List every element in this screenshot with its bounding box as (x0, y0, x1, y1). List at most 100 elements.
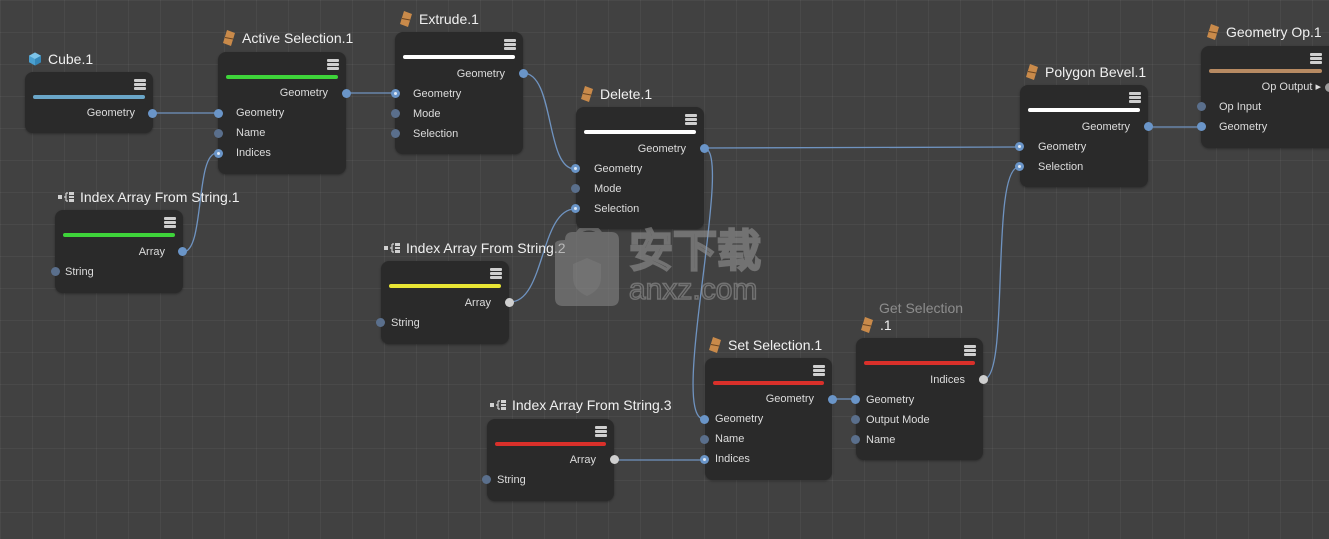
node-title-active-selection: Active Selection.1 (222, 30, 353, 46)
input-port-label: Selection (594, 203, 640, 215)
node-menu-icon[interactable] (1129, 92, 1141, 103)
watermark-site: anxz.com (628, 273, 758, 307)
node-get-selection[interactable]: Indices Geometry Output Mode Name (856, 338, 983, 460)
port-active-selection-geometry-out[interactable] (342, 89, 351, 98)
port-active-selection-geometry-in[interactable] (214, 109, 223, 118)
input-port-label: String (65, 266, 94, 278)
port-extrude-geometry-out[interactable] (519, 69, 528, 78)
node-delete[interactable]: Geometry Geometry Mode Selection (576, 107, 704, 229)
node-title-extrude: Extrude.1 (399, 11, 479, 27)
node-color-bar (584, 130, 696, 134)
port-set-selection-geometry-out[interactable] (828, 395, 837, 404)
node-cube[interactable]: Geometry (25, 72, 153, 133)
port-delete-geometry-out[interactable] (700, 144, 709, 153)
input-port-label: Mode (594, 183, 622, 195)
node-menu-icon[interactable] (1310, 53, 1322, 64)
port-extrude-geometry-in[interactable] (391, 89, 400, 98)
input-port-label: Selection (413, 128, 459, 140)
node-title-text: Polygon Bevel.1 (1045, 64, 1147, 80)
watermark-brand: 安下载 (628, 227, 762, 277)
port-delete-selection-in[interactable] (571, 204, 580, 213)
node-geometry-op[interactable]: Op Output ▸ Op Input Geometry (1201, 46, 1329, 148)
port-get-selection-output-mode-in[interactable] (851, 415, 860, 424)
port-active-selection-indices-in[interactable] (214, 149, 223, 158)
port-geometry-op-op-input[interactable] (1197, 102, 1206, 111)
operator-icon (861, 317, 873, 333)
node-color-bar (33, 95, 145, 99)
node-menu-icon[interactable] (813, 365, 825, 376)
node-title-polygon-bevel: Polygon Bevel.1 (1025, 64, 1146, 80)
node-menu-icon[interactable] (134, 79, 146, 90)
input-port-label: Op Input (1219, 101, 1262, 113)
input-port-label: Indices (715, 453, 750, 465)
input-port-label: Mode (413, 108, 441, 120)
output-port-label: Geometry (637, 143, 686, 155)
node-title-text: Index Array From String.3 (512, 397, 672, 413)
port-geometry-op-output[interactable] (1325, 83, 1329, 92)
node-index-array-1[interactable]: Array String (55, 210, 183, 293)
node-index-array-3[interactable]: Array String (487, 419, 614, 501)
node-index-array-2[interactable]: Array String (381, 261, 509, 344)
port-index-array-1-array-out[interactable] (178, 247, 187, 256)
input-port-label: Geometry (594, 163, 643, 175)
watermark: 安下载 anxz.com (555, 225, 775, 315)
node-title-text: .1 (880, 317, 892, 333)
port-set-selection-indices-in[interactable] (700, 455, 709, 464)
input-port-label: Geometry (236, 107, 285, 119)
node-title-text: Delete.1 (600, 86, 653, 102)
node-active-selection[interactable]: Geometry Geometry Name Indices (218, 52, 346, 174)
port-index-array-2-string-in[interactable] (376, 318, 385, 327)
port-index-array-1-string-in[interactable] (51, 267, 60, 276)
node-menu-icon[interactable] (504, 39, 516, 50)
input-port-label: Geometry (1219, 121, 1268, 133)
array-icon (58, 192, 74, 202)
node-title-geometry-op: Geometry Op.1 (1206, 24, 1322, 40)
port-get-selection-indices-out[interactable] (979, 375, 988, 384)
node-title-index-array-1: Index Array From String.1 (58, 189, 240, 205)
port-cube-geometry-out[interactable] (148, 109, 157, 118)
operator-icon (400, 11, 412, 27)
node-color-bar (1209, 69, 1322, 73)
node-title-cube: Cube.1 (28, 51, 93, 67)
port-polygon-bevel-selection-in[interactable] (1015, 162, 1024, 171)
port-delete-geometry-in[interactable] (571, 164, 580, 173)
node-menu-icon[interactable] (964, 345, 976, 356)
node-polygon-bevel[interactable]: Geometry Geometry Selection (1020, 85, 1148, 187)
port-extrude-selection-in[interactable] (391, 129, 400, 138)
input-port-label: Geometry (866, 394, 915, 406)
port-polygon-bevel-geometry-out[interactable] (1144, 122, 1153, 131)
node-color-bar (864, 361, 975, 365)
port-active-selection-name-in[interactable] (214, 129, 223, 138)
port-get-selection-name-in[interactable] (851, 435, 860, 444)
port-set-selection-geometry-in[interactable] (700, 415, 709, 424)
output-port-label: Geometry (765, 393, 814, 405)
node-menu-icon[interactable] (595, 426, 607, 437)
port-set-selection-name-in[interactable] (700, 435, 709, 444)
port-index-array-2-array-out[interactable] (505, 298, 514, 307)
node-menu-icon[interactable] (164, 217, 176, 228)
input-port-label: Geometry (1038, 141, 1087, 153)
output-port-label: Array (464, 297, 491, 309)
port-index-array-3-array-out[interactable] (610, 455, 619, 464)
output-port-label: Array (138, 246, 165, 258)
node-menu-icon[interactable] (490, 268, 502, 279)
node-title-text: Extrude.1 (419, 11, 479, 27)
port-geometry-op-geometry-in[interactable] (1197, 122, 1206, 131)
port-delete-mode-in[interactable] (571, 184, 580, 193)
node-extrude[interactable]: Geometry Geometry Mode Selection (395, 32, 523, 154)
node-title-delete: Delete.1 (580, 86, 652, 102)
node-title-index-array-3: Index Array From String.3 (490, 397, 672, 413)
node-color-bar (713, 381, 824, 385)
node-color-bar (403, 55, 515, 59)
node-set-selection[interactable]: Geometry Geometry Name Indices (705, 358, 832, 480)
node-menu-icon[interactable] (685, 114, 697, 125)
input-port-label: Geometry (413, 88, 462, 100)
port-extrude-mode-in[interactable] (391, 109, 400, 118)
port-polygon-bevel-geometry-in[interactable] (1015, 142, 1024, 151)
node-menu-icon[interactable] (327, 59, 339, 70)
operator-icon (1207, 24, 1219, 40)
port-get-selection-geometry-in[interactable] (851, 395, 860, 404)
input-port-label: Geometry (715, 413, 764, 425)
port-index-array-3-string-in[interactable] (482, 475, 491, 484)
operator-icon (223, 30, 235, 46)
